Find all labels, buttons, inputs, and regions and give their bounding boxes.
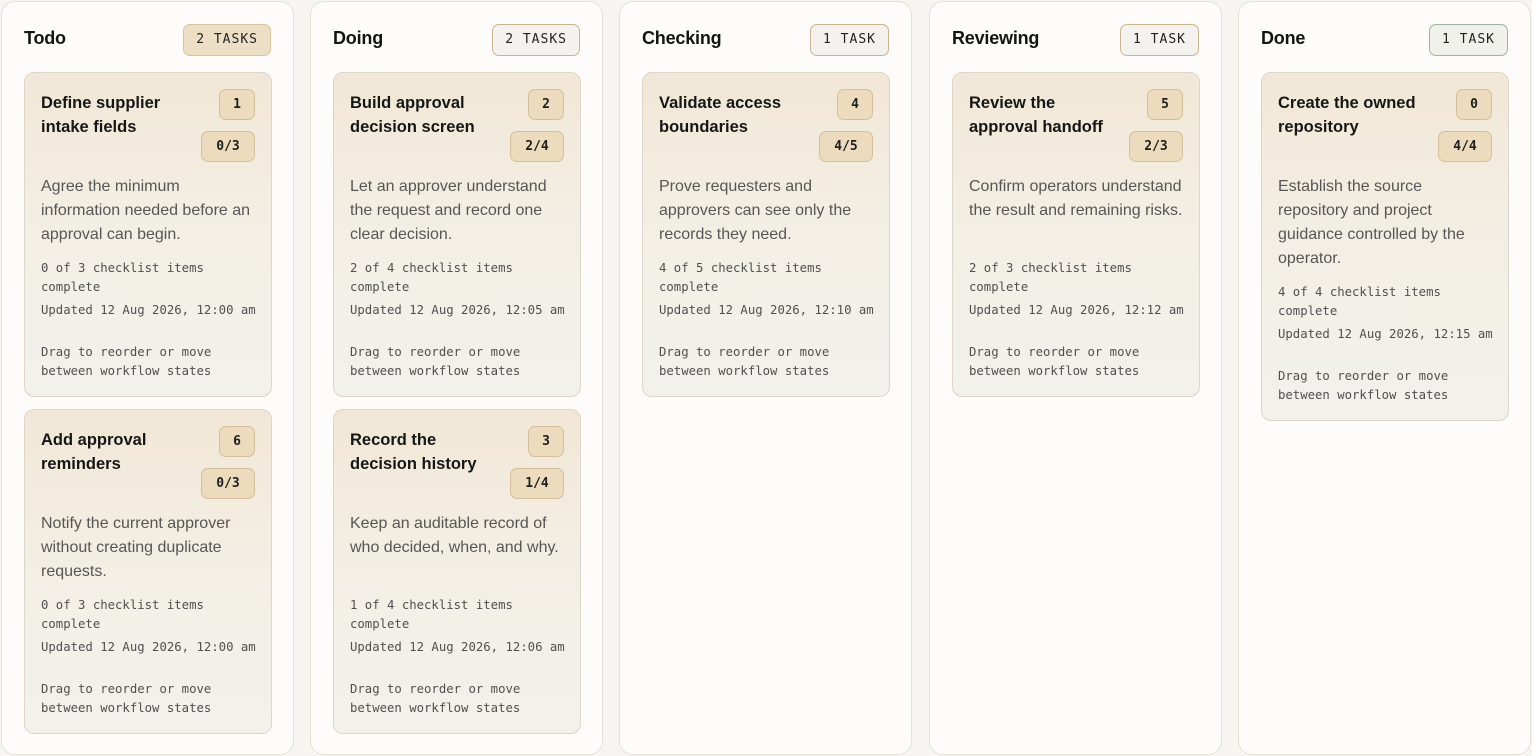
progress-badge: 1/4 — [510, 468, 564, 499]
task-count-badge: 1 TASK — [810, 24, 889, 56]
task-id-badge: 4 — [837, 89, 873, 120]
task-card[interactable]: Create the owned repository 0 4/4 Establ… — [1261, 72, 1509, 421]
updated-timestamp: Updated 12 Aug 2026, 12:00 am — [41, 640, 256, 654]
card-description: Notify the current approver without crea… — [41, 515, 231, 580]
task-card[interactable]: Build approval decision screen 2 2/4 Let… — [333, 72, 581, 397]
column-title: Todo — [24, 28, 66, 48]
column-title: Reviewing — [952, 28, 1040, 48]
checklist-status: 2 of 3 checklist items complete — [969, 261, 1132, 294]
task-id-badge: 6 — [219, 426, 255, 457]
card-title: Add approval reminders — [41, 431, 147, 473]
task-id-badge: 0 — [1456, 89, 1492, 120]
drag-hint: Drag to reorder or move between workflow… — [969, 345, 1140, 378]
task-count-badge: 2 TASKS — [183, 24, 271, 56]
column-doing: Doing 2 TASKS Build approval decision sc… — [310, 1, 603, 755]
column-title: Checking — [642, 28, 722, 48]
task-id-badge: 1 — [219, 89, 255, 120]
card-title: Record the decision history — [350, 431, 477, 473]
progress-badge: 2/3 — [1129, 131, 1183, 162]
drag-hint: Drag to reorder or move between workflow… — [350, 682, 521, 715]
task-id-badge: 3 — [528, 426, 564, 457]
card-title: Validate access boundaries — [659, 94, 782, 136]
progress-badge: 2/4 — [510, 131, 564, 162]
card-description: Keep an auditable record of who decided,… — [350, 515, 559, 556]
checklist-status: 4 of 4 checklist items complete — [1278, 285, 1441, 318]
card-title: Build approval decision screen — [350, 94, 475, 136]
drag-hint: Drag to reorder or move between workflow… — [41, 345, 212, 378]
checklist-status: 2 of 4 checklist items complete — [350, 261, 513, 294]
updated-timestamp: Updated 12 Aug 2026, 12:12 am — [969, 303, 1184, 317]
card-title: Define supplier intake fields — [41, 94, 161, 136]
task-id-badge: 5 — [1147, 89, 1183, 120]
progress-badge: 4/4 — [1438, 131, 1492, 162]
column-title: Doing — [333, 28, 383, 48]
kanban-board: Todo 2 TASKS Define supplier intake fiel… — [0, 0, 1532, 756]
task-card[interactable]: Define supplier intake fields 1 0/3 Agre… — [24, 72, 272, 397]
column-done: Done 1 TASK Create the owned repository … — [1238, 1, 1531, 755]
progress-badge: 4/5 — [819, 131, 873, 162]
task-count-badge: 1 TASK — [1120, 24, 1199, 56]
checklist-status: 0 of 3 checklist items complete — [41, 261, 204, 294]
progress-badge: 0/3 — [201, 468, 255, 499]
column-title: Done — [1261, 28, 1306, 48]
updated-timestamp: Updated 12 Aug 2026, 12:10 am — [659, 303, 874, 317]
updated-timestamp: Updated 12 Aug 2026, 12:15 am — [1278, 327, 1493, 341]
column-reviewing: Reviewing 1 TASK Review the approval han… — [929, 1, 1222, 755]
drag-hint: Drag to reorder or move between workflow… — [659, 345, 830, 378]
card-description: Let an approver understand the request a… — [350, 178, 547, 243]
task-id-badge: 2 — [528, 89, 564, 120]
task-count-badge: 2 TASKS — [492, 24, 580, 56]
task-card[interactable]: Record the decision history 3 1/4 Keep a… — [333, 409, 581, 734]
column-todo: Todo 2 TASKS Define supplier intake fiel… — [1, 1, 294, 755]
checklist-status: 4 of 5 checklist items complete — [659, 261, 822, 294]
task-count-badge: 1 TASK — [1429, 24, 1508, 56]
task-card[interactable]: Add approval reminders 6 0/3 Notify the … — [24, 409, 272, 734]
checklist-status: 1 of 4 checklist items complete — [350, 598, 513, 631]
drag-hint: Drag to reorder or move between workflow… — [1278, 369, 1449, 402]
drag-hint: Drag to reorder or move between workflow… — [41, 682, 212, 715]
progress-badge: 0/3 — [201, 131, 255, 162]
card-title: Create the owned repository — [1278, 94, 1416, 136]
card-description: Prove requesters and approvers can see o… — [659, 178, 852, 243]
task-card[interactable]: Validate access boundaries 4 4/5 Prove r… — [642, 72, 890, 397]
card-description: Agree the minimum information needed bef… — [41, 178, 251, 243]
updated-timestamp: Updated 12 Aug 2026, 12:00 am — [41, 303, 256, 317]
column-checking: Checking 1 TASK Validate access boundari… — [619, 1, 912, 755]
task-card[interactable]: Review the approval handoff 5 2/3 Confir… — [952, 72, 1200, 397]
card-title: Review the approval handoff — [969, 94, 1103, 136]
drag-hint: Drag to reorder or move between workflow… — [350, 345, 521, 378]
checklist-status: 0 of 3 checklist items complete — [41, 598, 204, 631]
updated-timestamp: Updated 12 Aug 2026, 12:05 am — [350, 303, 565, 317]
card-description: Establish the source repository and proj… — [1278, 178, 1465, 267]
updated-timestamp: Updated 12 Aug 2026, 12:06 am — [350, 640, 565, 654]
card-description: Confirm operators understand the result … — [969, 178, 1183, 219]
